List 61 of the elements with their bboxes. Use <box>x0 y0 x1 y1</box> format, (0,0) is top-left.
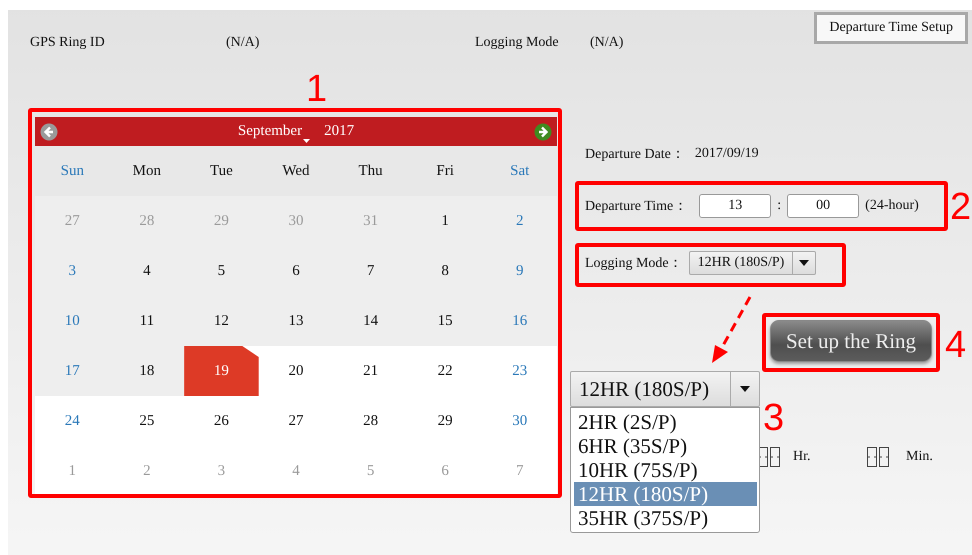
day-cell[interactable]: 10 <box>35 296 110 346</box>
field-label: Logging Mode <box>475 35 560 51</box>
day-cell[interactable]: 16 <box>482 296 557 346</box>
previous-month-icon[interactable] <box>40 122 58 140</box>
day-cell[interactable]: 1 <box>408 196 482 246</box>
day-cell[interactable]: 4 <box>110 246 184 296</box>
digit-placeholder-icon <box>866 446 890 468</box>
field-value: (N/A) <box>590 35 624 51</box>
weekday-label: Sat <box>510 162 530 180</box>
day-cell[interactable]: 3 <box>35 246 110 296</box>
caret-icon <box>799 260 810 266</box>
day-cell[interactable]: 14 <box>333 296 408 346</box>
time-format-note: (24-hour) <box>865 198 919 214</box>
minute-input[interactable]: 00 <box>787 194 860 218</box>
hour-unit-label: Hr. <box>793 449 812 465</box>
day-cell[interactable]: 5 <box>184 246 259 296</box>
annotation-number: 4 <box>945 326 966 364</box>
annotation-number: 1 <box>306 70 328 108</box>
hour-input[interactable]: 13 <box>699 194 772 218</box>
departure-time-setup-button[interactable]: Departure Time Setup <box>814 12 968 44</box>
annotation-number: 3 <box>763 399 784 437</box>
day-cell[interactable]: 13 <box>258 296 334 346</box>
logging-mode-select[interactable]: 12HR (180S/P) <box>688 251 816 275</box>
day-cell[interactable]: 18 <box>110 346 184 396</box>
selected-day-cell[interactable]: 19 <box>184 346 259 396</box>
set-up-ring-button[interactable]: Set up the Ring <box>770 320 932 362</box>
field-label: Departure Time： <box>585 198 688 215</box>
field-label: GPS Ring ID <box>30 35 106 51</box>
weekday-label: Fri <box>436 162 454 180</box>
next-month-icon[interactable] <box>534 122 552 140</box>
field-label: Departure Date： <box>585 146 685 163</box>
logging-mode-select[interactable]: 12HR (180S/P) <box>570 371 760 407</box>
month-label[interactable]: September <box>238 123 302 140</box>
dropdown-option[interactable]: 35HR (375S/P) <box>574 506 757 530</box>
day-cell[interactable]: 2 <box>482 196 557 246</box>
weekday-label: Thu <box>358 162 383 180</box>
weekday-label: Sun <box>60 162 84 180</box>
minute-unit-label: Min. <box>906 449 933 465</box>
digit-placeholder-icon <box>757 446 781 468</box>
field-label: Logging Mode： <box>585 255 683 272</box>
dropdown-option[interactable]: 10HR (75S/P) <box>574 458 757 482</box>
field-value: (N/A) <box>226 35 260 51</box>
weekday-label: Tue <box>210 162 233 180</box>
dropdown-option[interactable]: 6HR (35S/P) <box>574 434 757 458</box>
weekday-label: Wed <box>282 162 310 180</box>
caret-icon <box>740 386 750 392</box>
day-cell[interactable]: 11 <box>110 296 184 346</box>
weekday-label: Mon <box>132 162 162 180</box>
annotation-number: 2 <box>950 188 972 226</box>
year-label[interactable]: 2017 <box>324 123 354 140</box>
day-cell[interactable]: 15 <box>408 296 482 346</box>
day-cell[interactable]: 7 <box>333 246 408 296</box>
caret-icon <box>303 139 310 143</box>
day-cell[interactable]: 12 <box>184 296 259 346</box>
dropdown-option[interactable]: 2HR (2S/P) <box>574 410 757 434</box>
day-cell[interactable]: 6 <box>258 246 334 296</box>
day-cell[interactable]: 8 <box>408 246 482 296</box>
day-cell[interactable]: 9 <box>482 246 557 296</box>
time-separator: : <box>777 198 782 214</box>
day-cell[interactable]: 17 <box>35 346 110 396</box>
field-value: 2017/09/19 <box>694 146 759 162</box>
